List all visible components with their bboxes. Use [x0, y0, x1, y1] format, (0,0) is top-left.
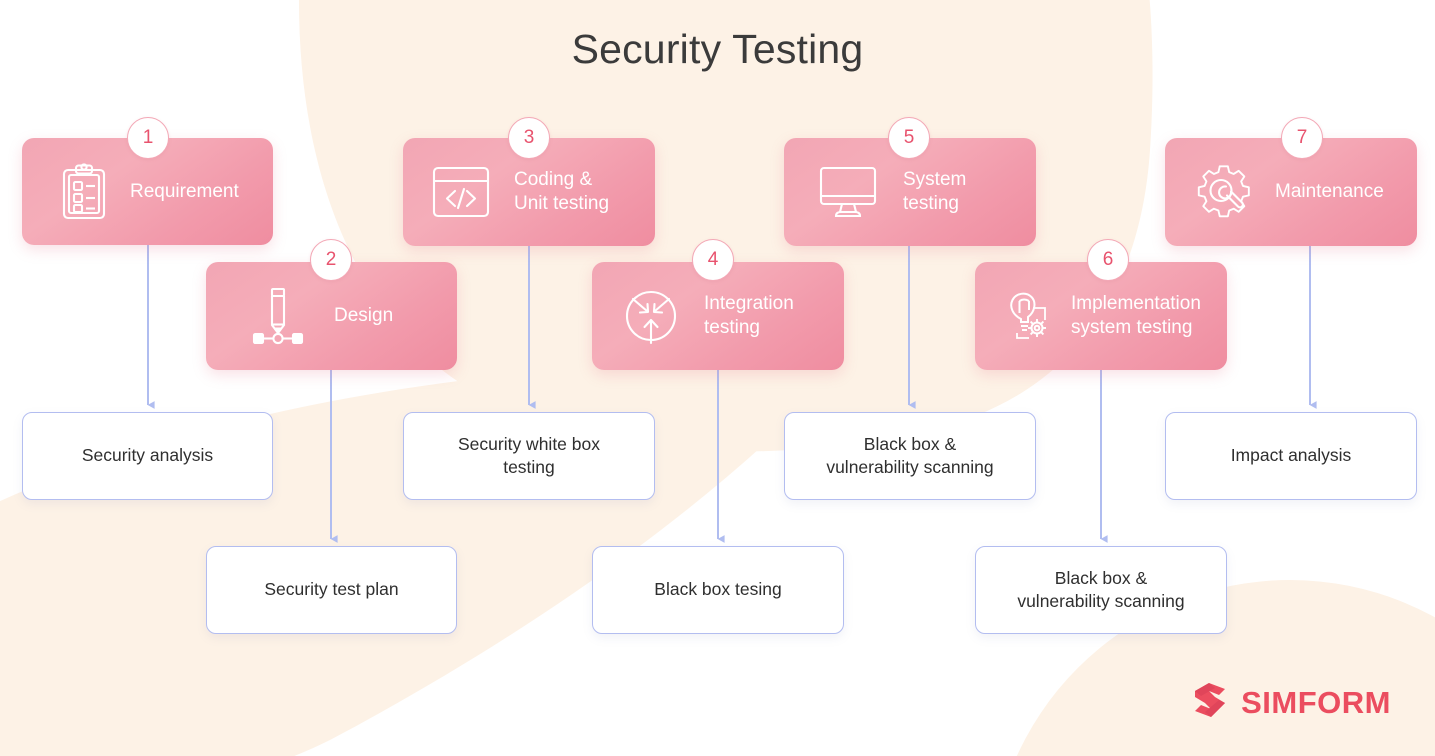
stage-label-6: Implementation system testing: [1071, 293, 1201, 338]
simform-logo: SIMFORM: [1189, 679, 1391, 726]
clipboard-checklist-icon: [60, 162, 108, 221]
stage-number-6: 6: [1102, 249, 1114, 270]
outcome-box-5[interactable]: Black box & vulnerability scanning: [784, 412, 1036, 500]
stage-number-4: 4: [707, 249, 719, 270]
desktop-monitor-icon: [817, 164, 879, 220]
outcome-box-2[interactable]: Security test plan: [206, 546, 457, 634]
stage-badge-3: 3: [508, 117, 550, 159]
outcome-label-1: Security analysis: [81, 445, 214, 466]
page-title: Security Testing: [571, 26, 864, 72]
simform-wordmark: SIMFORM: [1241, 684, 1391, 720]
converging-arrows-icon: [620, 285, 682, 347]
outcome-box-1[interactable]: Security analysis: [22, 412, 273, 500]
stage-label-1: Requirement: [130, 180, 239, 202]
stage-badge-1: 1: [127, 117, 169, 159]
pencil-node-icon: [250, 285, 306, 347]
stage-label-5: System testing: [903, 169, 967, 214]
gear-wrench-icon: [1195, 163, 1253, 221]
stage-number-7: 7: [1296, 127, 1308, 148]
lightbulb-gear-icon: [993, 286, 1055, 346]
outcome-label-5: Black box & vulnerability scanning: [826, 433, 994, 477]
outcome-box-3[interactable]: Security white box testing: [403, 412, 655, 500]
stage-number-5: 5: [903, 127, 915, 148]
stage-number-1: 1: [142, 127, 154, 148]
stage-label-7: Maintenance: [1275, 181, 1384, 203]
stage-badge-6: 6: [1087, 239, 1129, 281]
code-window-icon: [430, 163, 492, 221]
outcome-box-7[interactable]: Impact analysis: [1165, 412, 1417, 500]
stage-badge-4: 4: [692, 239, 734, 281]
background-decoration: [0, 0, 1435, 756]
outcome-label-6: Black box & vulnerability scanning: [1017, 567, 1185, 611]
stage-badge-2: 2: [310, 239, 352, 281]
stage-number-3: 3: [523, 127, 535, 148]
outcome-label-3: Security white box testing: [457, 433, 600, 477]
simform-s-mark-icon: [1189, 679, 1231, 726]
outcome-label-2: Security test plan: [264, 579, 399, 600]
stage-label-3: Coding & Unit testing: [514, 169, 610, 214]
stage-label-4: Integration testing: [704, 293, 794, 338]
stage-label-2: Design: [334, 305, 394, 327]
stage-badge-5: 5: [888, 117, 930, 159]
stage-badge-7: 7: [1281, 117, 1323, 159]
outcome-label-7: Impact analysis: [1230, 445, 1352, 466]
outcome-label-4: Black box tesing: [654, 579, 782, 600]
stage-number-2: 2: [325, 249, 337, 270]
connector-layer: [147, 245, 1317, 543]
outcome-box-6[interactable]: Black box & vulnerability scanning: [975, 546, 1227, 634]
outcome-box-4[interactable]: Black box tesing: [592, 546, 844, 634]
